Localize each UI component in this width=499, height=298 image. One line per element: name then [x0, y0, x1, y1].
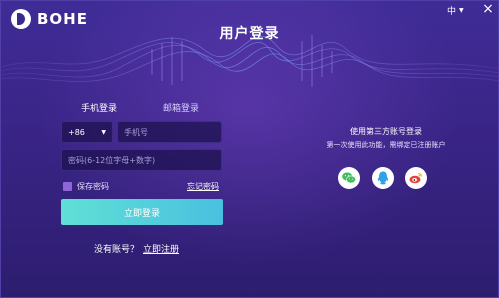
language-label: 中: [447, 7, 457, 17]
country-code-value: +86: [68, 127, 85, 137]
chevron-down-icon: ▼: [101, 128, 106, 136]
login-window: BOHE 中 ▼ × 用户登录 手机登录 邮箱登录 +86 ▼ 保存密码 忘记密…: [0, 0, 499, 298]
wechat-icon[interactable]: [338, 167, 360, 189]
chevron-down-icon: ▼: [459, 7, 464, 14]
weibo-glyph: [409, 173, 422, 184]
login-tabs: 手机登录 邮箱登录: [81, 101, 199, 114]
language-selector[interactable]: 中 ▼: [447, 4, 464, 17]
third-party-title: 使用第三方账号登录: [350, 127, 422, 136]
remember-password[interactable]: 保存密码: [63, 181, 109, 192]
tab-email-login[interactable]: 邮箱登录: [163, 101, 199, 114]
third-party-subtitle: 第一次使用此功能，需绑定已注册账户: [326, 141, 446, 149]
login-button[interactable]: 立即登录: [61, 199, 223, 225]
country-code-select[interactable]: +86 ▼: [61, 121, 113, 143]
remember-checkbox[interactable]: [63, 182, 72, 191]
forgot-password-link[interactable]: 忘记密码: [187, 181, 219, 192]
close-icon[interactable]: ×: [480, 1, 496, 17]
password-input[interactable]: [68, 155, 221, 165]
register-prompt: 没有账号？ 立即注册: [94, 242, 179, 255]
phone-input[interactable]: [124, 127, 221, 137]
wechat-glyph: [342, 172, 356, 184]
phone-field-wrapper: [117, 121, 222, 143]
qq-icon[interactable]: [372, 167, 394, 189]
no-account-text: 没有账号？: [94, 245, 140, 255]
remember-label: 保存密码: [77, 182, 109, 191]
weibo-icon[interactable]: [405, 167, 427, 189]
password-field-wrapper: [61, 149, 222, 171]
qq-glyph: [377, 171, 389, 185]
register-link[interactable]: 立即注册: [143, 242, 179, 255]
tab-phone-login[interactable]: 手机登录: [81, 101, 117, 114]
page-title: 用户登录: [219, 26, 280, 42]
